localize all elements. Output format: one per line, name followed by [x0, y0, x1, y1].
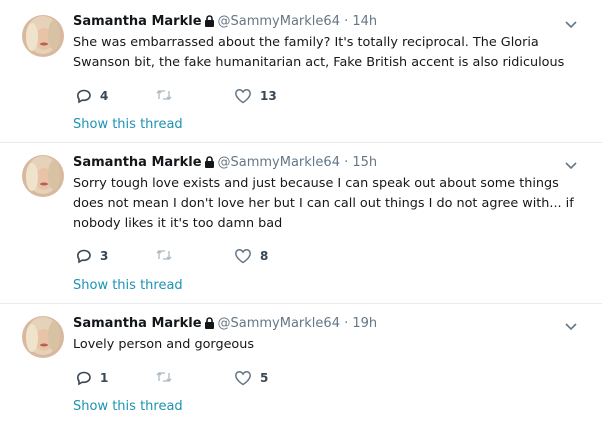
tweet-header: Samantha Markle @SammyMarkle64 · 15h — [73, 154, 377, 172]
separator: · — [344, 14, 349, 29]
like-count: 13 — [260, 89, 277, 103]
avatar[interactable] — [22, 15, 64, 57]
reply-count: 4 — [100, 89, 109, 103]
tweet-header: Samantha Markle @SammyMarkle64 · 19h — [73, 315, 377, 333]
heart-icon — [234, 248, 252, 264]
timestamp[interactable]: 14h — [352, 14, 377, 29]
retweet-button[interactable] — [155, 248, 181, 262]
like-button[interactable]: 8 — [234, 248, 268, 264]
tweet-text: She was embarrassed about the family? It… — [73, 35, 565, 70]
avatar[interactable] — [22, 155, 64, 197]
reply-icon — [76, 370, 92, 386]
like-count: 8 — [260, 249, 269, 263]
reply-icon — [76, 88, 92, 104]
reply-icon — [76, 248, 92, 264]
tweet[interactable]: Samantha Markle @SammyMarkle64 · 19h Love… — [0, 304, 602, 423]
chevron-down-icon[interactable] — [564, 318, 578, 332]
author-name[interactable]: Samantha Markle — [73, 14, 202, 29]
tweet-text: Lovely person and gorgeous — [73, 337, 255, 352]
retweet-button[interactable] — [155, 88, 181, 102]
reply-button[interactable]: 3 — [76, 248, 108, 264]
like-button[interactable]: 5 — [234, 370, 268, 386]
reply-count: 1 — [100, 371, 109, 385]
retweet-icon — [155, 370, 173, 384]
lock-icon — [204, 156, 215, 174]
like-count: 5 — [260, 371, 269, 385]
author-name[interactable]: Samantha Markle — [73, 316, 202, 331]
author-handle[interactable]: @SammyMarkle64 — [218, 155, 340, 170]
show-thread-link[interactable]: Show this thread — [73, 398, 183, 416]
tweet[interactable]: Samantha Markle @SammyMarkle64 · 14h She … — [0, 0, 602, 143]
author-handle[interactable]: @SammyMarkle64 — [218, 316, 340, 331]
timestamp[interactable]: 19h — [352, 316, 377, 331]
retweet-button[interactable] — [155, 370, 181, 384]
reply-button[interactable]: 1 — [76, 370, 108, 386]
like-button[interactable]: 13 — [234, 88, 277, 104]
author-handle[interactable]: @SammyMarkle64 — [218, 14, 340, 29]
separator: · — [344, 155, 349, 170]
reply-count: 3 — [100, 249, 109, 263]
retweet-icon — [155, 88, 173, 102]
show-thread-link[interactable]: Show this thread — [73, 277, 183, 295]
heart-icon — [234, 88, 252, 104]
timestamp[interactable]: 15h — [352, 155, 377, 170]
tweet[interactable]: Samantha Markle @SammyMarkle64 · 15h Sorr… — [0, 143, 602, 304]
show-thread-link[interactable]: Show this thread — [73, 116, 183, 134]
author-name[interactable]: Samantha Markle — [73, 155, 202, 170]
chevron-down-icon[interactable] — [564, 16, 578, 30]
chevron-down-icon[interactable] — [564, 157, 578, 171]
avatar[interactable] — [22, 316, 64, 358]
separator: · — [344, 316, 349, 331]
lock-icon — [204, 15, 215, 33]
retweet-icon — [155, 248, 173, 262]
heart-icon — [234, 370, 252, 386]
tweet-header: Samantha Markle @SammyMarkle64 · 14h — [73, 13, 377, 31]
lock-icon — [204, 317, 215, 335]
tweet-text: Sorry tough love exists and just because… — [73, 176, 574, 231]
reply-button[interactable]: 4 — [76, 88, 108, 104]
